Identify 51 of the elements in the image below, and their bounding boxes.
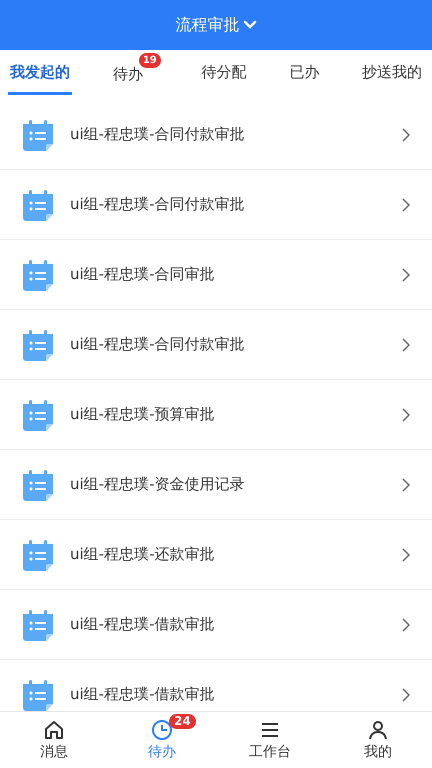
list-item[interactable]: ui组-程忠璞-借款审批 <box>0 590 432 660</box>
tab[interactable]: 已办 <box>287 55 322 95</box>
item-title: ui组-程忠璞-合同付款审批 <box>70 195 246 214</box>
item-title: ui组-程忠璞-借款审批 <box>70 615 216 634</box>
calendar-list-icon <box>20 608 56 642</box>
calendar-list-icon <box>20 118 56 152</box>
chevron-right-icon <box>402 618 410 632</box>
count-badge: 24 <box>169 714 196 729</box>
chevron-right-icon <box>402 128 410 142</box>
list-item[interactable]: ui组-程忠璞-预算审批 <box>0 380 432 450</box>
chevron-right-icon <box>402 688 410 702</box>
item-title: ui组-程忠璞-资金使用记录 <box>70 475 246 494</box>
tab[interactable]: 我发起的 <box>8 55 72 95</box>
list-item[interactable]: ui组-程忠璞-合同审批 <box>0 240 432 310</box>
tab[interactable]: 抄送我的 <box>360 55 424 95</box>
chevron-right-icon <box>402 478 410 492</box>
list-item[interactable]: ui组-程忠璞-合同付款审批 <box>0 170 432 240</box>
person-icon <box>367 719 389 741</box>
item-title: ui组-程忠璞-合同审批 <box>70 265 216 284</box>
chevron-right-icon <box>402 408 410 422</box>
chevron-right-icon <box>402 198 410 212</box>
calendar-list-icon <box>20 468 56 502</box>
title-dropdown[interactable]: 流程审批 <box>172 10 260 40</box>
chevron-right-icon <box>402 268 410 282</box>
calendar-list-icon <box>20 538 56 572</box>
count-badge: 19 <box>138 53 161 68</box>
calendar-list-icon <box>20 678 56 711</box>
home-icon <box>43 719 65 741</box>
nav-tab[interactable]: 消息 <box>0 712 108 768</box>
item-title: ui组-程忠璞-还款审批 <box>70 545 216 564</box>
item-title: ui组-程忠璞-借款审批 <box>70 685 216 704</box>
calendar-list-icon <box>20 398 56 432</box>
item-title: ui组-程忠璞-预算审批 <box>70 405 216 424</box>
item-title: ui组-程忠璞-合同付款审批 <box>70 335 246 354</box>
clock-icon <box>151 719 173 741</box>
tab[interactable]: 待办 19 <box>110 53 161 97</box>
calendar-list-icon <box>20 258 56 292</box>
calendar-list-icon <box>20 188 56 222</box>
chevron-right-icon <box>402 338 410 352</box>
list-item[interactable]: ui组-程忠璞-合同付款审批 <box>0 310 432 380</box>
list-item[interactable]: ui组-程忠璞-还款审批 <box>0 520 432 590</box>
list-item[interactable]: ui组-程忠璞-合同付款审批 <box>0 100 432 170</box>
item-title: ui组-程忠璞-合同付款审批 <box>70 125 246 144</box>
calendar-list-icon <box>20 328 56 362</box>
nav-tab[interactable]: 24 待办 <box>108 712 216 768</box>
nav-tab[interactable]: 我的 <box>324 712 432 768</box>
chevron-down-icon <box>242 20 256 30</box>
chevron-right-icon <box>402 548 410 562</box>
list-item[interactable]: ui组-程忠璞-资金使用记录 <box>0 450 432 520</box>
tab[interactable]: 待分配 <box>200 55 248 95</box>
nav-tab[interactable]: 工作台 <box>216 712 324 768</box>
